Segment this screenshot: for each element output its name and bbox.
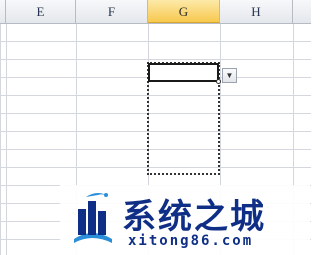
validation-dropdown-button[interactable]: ▼	[222, 68, 237, 83]
column-header-g[interactable]: G	[148, 0, 220, 23]
watermark-url: xitong86.com	[128, 233, 254, 249]
column-header-row: E F G H	[0, 0, 311, 24]
watermark-title: 系统之城	[122, 197, 266, 237]
column-header-e[interactable]: E	[6, 0, 76, 23]
active-cell[interactable]	[148, 63, 219, 82]
column-header-h[interactable]: H	[220, 0, 293, 23]
building-logo-icon	[74, 193, 112, 243]
chevron-down-icon: ▼	[225, 71, 234, 80]
column-header-f[interactable]: F	[76, 0, 148, 23]
watermark: 系统之城 xitong86.com	[60, 185, 310, 255]
fill-handle[interactable]	[216, 79, 221, 84]
gridline	[6, 24, 7, 255]
column-header-next[interactable]	[293, 0, 311, 23]
